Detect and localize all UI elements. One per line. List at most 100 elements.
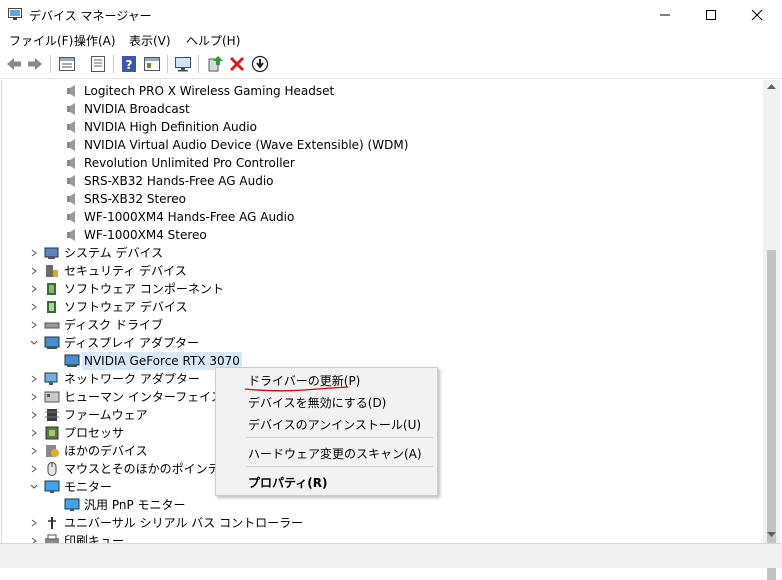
category-label: ユニバーサル シリアル バス コントローラー — [64, 516, 304, 530]
hid-icon — [44, 391, 60, 403]
chevron-down-icon[interactable] — [28, 478, 40, 496]
chevron-right-icon[interactable] — [28, 424, 40, 442]
device-manager-icon — [8, 8, 22, 20]
menu-action[interactable]: 操作(A) — [74, 32, 116, 49]
category-label: ほかのデバイス — [64, 444, 148, 458]
close-button[interactable] — [734, 0, 780, 30]
forward-icon — [28, 58, 42, 70]
minimize-icon — [660, 14, 670, 16]
device-label: Revolution Unlimited Pro Controller — [84, 156, 295, 170]
scan-hardware-button[interactable] — [173, 54, 193, 74]
category-label: ソフトウェア コンポーネント — [64, 282, 224, 296]
disk-drive-icon — [44, 322, 60, 329]
uninstall-icon — [229, 56, 245, 72]
maximize-button[interactable] — [688, 0, 734, 30]
monitor-icon — [64, 498, 80, 511]
device-label: 汎用 PnP モニター — [84, 498, 186, 512]
menu-item-uninstall-device[interactable]: デバイスのアンインストール(U) — [248, 416, 421, 433]
speaker-icon — [67, 229, 75, 241]
title-bar: デバイス マネージャー — [0, 0, 782, 30]
help-button[interactable]: ? — [119, 54, 139, 74]
network-adapter-icon — [44, 372, 58, 385]
scroll-up-icon[interactable] — [767, 84, 776, 90]
forward-button[interactable] — [25, 54, 45, 74]
svg-text:?: ? — [126, 58, 133, 72]
chevron-right-icon[interactable] — [28, 316, 40, 334]
speaker-icon — [67, 121, 75, 133]
software-device-icon — [47, 301, 56, 313]
console-tree-icon — [144, 57, 160, 71]
properties-view-button[interactable] — [57, 54, 77, 74]
monitor-scan-icon — [175, 57, 191, 72]
menu-item-disable-device[interactable]: デバイスを無効にする(D) — [248, 394, 386, 411]
chevron-right-icon[interactable] — [28, 262, 40, 280]
gpu-icon — [64, 354, 80, 367]
update-driver-icon — [208, 56, 223, 72]
device-label: WF-1000XM4 Stereo — [84, 228, 207, 242]
menu-help[interactable]: ヘルプ(H) — [186, 32, 240, 49]
menu-item-scan-hardware[interactable]: ハードウェア変更のスキャン(A) — [248, 445, 422, 462]
category-label: モニター — [64, 480, 113, 494]
chevron-down-icon[interactable] — [28, 334, 40, 352]
category-label: プロセッサ — [64, 426, 125, 440]
device-label: Logitech PRO X Wireless Gaming Headset — [84, 84, 335, 98]
menu-item-properties[interactable]: プロパティ(R) — [248, 474, 328, 491]
window-title: デバイス マネージャー — [29, 9, 152, 23]
help-icon: ? — [122, 56, 136, 72]
security-device-icon — [46, 265, 58, 277]
menu-view[interactable]: 表示(V) — [129, 32, 171, 49]
back-button[interactable] — [4, 54, 24, 74]
device-label: NVIDIA Broadcast — [84, 102, 190, 116]
minimize-button[interactable] — [642, 0, 688, 30]
menu-file[interactable]: ファイル(F) — [9, 32, 73, 49]
scroll-down-icon[interactable] — [767, 532, 776, 538]
device-label: WF-1000XM4 Hands-Free AG Audio — [84, 210, 295, 224]
category-label: システム デバイス — [64, 246, 164, 260]
scrollbar-thumb[interactable] — [767, 250, 776, 580]
context-menu: ドライバーの更新(P) デバイスを無効にする(D) デバイスのアンインストール(… — [215, 367, 438, 496]
device-list-button[interactable] — [88, 54, 108, 74]
speaker-icon — [67, 175, 75, 187]
menu-separator — [246, 437, 433, 438]
chevron-right-icon[interactable] — [28, 370, 40, 388]
toolbar: ? — [0, 50, 782, 79]
usb-icon — [48, 517, 56, 529]
console-tree-button[interactable] — [142, 54, 162, 74]
device-label: NVIDIA High Definition Audio — [84, 120, 257, 134]
chevron-right-icon[interactable] — [28, 244, 40, 262]
device-list-icon — [91, 56, 105, 72]
toolbar-separator — [113, 55, 114, 73]
toolbar-separator — [167, 55, 168, 73]
update-driver-button[interactable] — [205, 54, 225, 74]
menu-bar: ファイル(F) 操作(A) 表示(V) ヘルプ(H) — [0, 30, 782, 50]
speaker-icon — [67, 193, 75, 205]
firmware-icon — [45, 409, 59, 421]
toolbar-separator — [198, 55, 199, 73]
chevron-right-icon[interactable] — [28, 514, 40, 532]
chevron-right-icon[interactable] — [28, 388, 40, 406]
chevron-right-icon[interactable] — [28, 442, 40, 460]
speaker-icon — [67, 103, 75, 115]
properties-view-icon — [59, 57, 75, 71]
chevron-right-icon[interactable] — [28, 298, 40, 316]
speaker-icon — [67, 157, 75, 169]
install-button[interactable] — [250, 54, 270, 74]
chevron-right-icon[interactable] — [28, 280, 40, 298]
install-icon — [251, 55, 269, 73]
menu-separator — [246, 466, 433, 467]
printer-icon — [45, 534, 59, 543]
chevron-right-icon[interactable] — [28, 460, 40, 478]
chevron-right-icon[interactable] — [28, 406, 40, 424]
monitor-icon — [44, 480, 60, 493]
category-label: ネットワーク アダプター — [64, 372, 200, 386]
uninstall-button[interactable] — [227, 54, 247, 74]
display-adapter-icon — [44, 336, 60, 349]
category-label: セキュリティ デバイス — [64, 264, 187, 278]
chevron-right-icon[interactable] — [28, 532, 40, 543]
back-icon — [7, 58, 21, 70]
speaker-icon — [67, 139, 75, 151]
vertical-scrollbar[interactable] — [763, 80, 780, 580]
category-label: ファームウェア — [64, 408, 148, 422]
system-device-icon — [44, 247, 59, 259]
mouse-icon — [47, 462, 57, 476]
